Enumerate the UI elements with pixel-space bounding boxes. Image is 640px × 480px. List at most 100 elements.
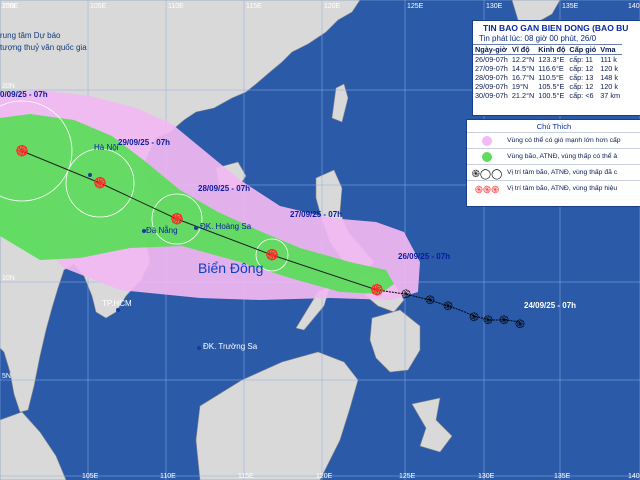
hcm-marker [116, 308, 120, 312]
cell: cấp: 13 [569, 73, 594, 82]
lon-label-bottom: 120E [316, 473, 333, 480]
cell: 100.5°E [538, 91, 565, 100]
cell: cấp: 12 [569, 82, 594, 91]
lon-label-top: 125E [407, 3, 424, 10]
bulletin-table: Ngày-giờ Vĩ độ Kinh độ Cấp gió Vma 26/09… [473, 44, 623, 100]
place-hoangsa: ĐK. Hoàng Sa [200, 222, 252, 231]
cell: 37 km [600, 91, 621, 100]
legend-item: Vùng bão, ATNĐ, vùng thấp có thể ả [467, 148, 640, 164]
place-biendong: Biển Đông [198, 260, 264, 276]
past-symbol: ֍ [425, 293, 435, 307]
lat-label: 20N [2, 83, 15, 90]
cell: 19°N [511, 82, 529, 91]
cell: 30/09-07h [475, 91, 508, 100]
past-symbol: ֍ [483, 313, 493, 327]
track-label-24-09: 24/09/25 - 07h [524, 301, 577, 310]
bulletin-header-row: Ngày-giờ Vĩ độ Kinh độ Cấp gió Vma [473, 44, 623, 55]
lat-label: 10N [2, 275, 15, 282]
track-label-27-09: 27/09/25 - 07h [290, 210, 343, 219]
lon-label-bottom: 130E [478, 473, 495, 480]
lat-label: 25N [2, 3, 15, 10]
place-hcm: TP.HCM [102, 299, 132, 308]
cell: 26/09-07h [475, 55, 508, 64]
lon-label-bottom: 115E [238, 473, 254, 480]
cell: 123.3°E [538, 55, 565, 64]
legend-panel: Chú Thích Vùng có thể có gió mạnh lớn hơ… [466, 119, 640, 207]
truongsa-marker [197, 346, 201, 350]
past-symbol: ֍ [469, 310, 479, 324]
bulletin-issued: Tin phát lúc: 08 giờ 00 phút, 26/0 [479, 34, 597, 43]
col-lon: Kinh độ [536, 44, 568, 55]
cell: 110.5°E [538, 73, 564, 82]
table-row: 29/09-07h 19°N 105.5°E cấp: 12 120 k [473, 82, 622, 91]
lon-label-top: 130E [486, 3, 503, 10]
cell: 21.2°N [511, 91, 535, 100]
cell: cấp: 11 [569, 55, 593, 64]
table-row: 27/09-07h 14.5°N 116.6°E cấp: 12 120 k [473, 64, 622, 73]
bulletin-panel: TIN BAO GAN BIEN DONG (BAO BU Tin phát l… [472, 20, 640, 116]
track-label-28-09: 28/09/25 - 07h [198, 184, 251, 193]
table-row: 26/09-07h 12.2°N 123.3°E cấp: 11 111 k [473, 55, 622, 64]
lon-label-top: 115E [246, 3, 262, 10]
track-label-30-09: 0/09/25 - 07h [0, 90, 48, 99]
col-lat: Vĩ độ [509, 44, 537, 55]
legend-label: Vùng có thể có gió mạnh lớn hơn cấp [507, 137, 621, 144]
agency-note-1: rung tâm Dự báo [0, 31, 61, 40]
past-symbol: ֍ [515, 317, 525, 331]
place-danang: Đà Nẵng [146, 226, 178, 235]
lon-label-top: 105E [90, 3, 107, 10]
past-symbol: ֍ [443, 299, 453, 313]
lon-label-bottom: 140 [628, 473, 640, 480]
lat-label: 5N [2, 373, 11, 380]
cell: 105.5°E [538, 82, 565, 91]
storm-symbol-29-09: ֍ [94, 174, 106, 192]
col-datetime: Ngày-giờ [473, 44, 510, 55]
agency-note-2: tượng thuỷ văn quốc gia [0, 43, 87, 52]
cell: 14.5°N [511, 64, 535, 73]
cell: 116.6°E [538, 64, 564, 73]
cell: 111 k [600, 55, 617, 64]
lon-label-top: 120E [324, 3, 341, 10]
cell: 16.7°N [511, 73, 535, 82]
place-hanoi: Hà Nội [94, 143, 119, 152]
table-row: 28/09-07h 16.7°N 110.5°E cấp: 13 148 k [473, 73, 622, 82]
col-vmax: Vma [598, 44, 623, 55]
hoangsa-marker [194, 226, 198, 230]
track-label-29-09: 29/09/25 - 07h [118, 138, 171, 147]
current-storm-symbols-icon: ֍֍֍ [474, 184, 500, 196]
cell: 120 k [600, 82, 619, 91]
past-symbol: ֍ [401, 287, 411, 301]
lon-label-top: 135E [562, 3, 579, 10]
pink-zone-icon [482, 135, 492, 146]
legend-title: Chú Thích [536, 122, 572, 131]
storm-symbol-27-09: ֍ [266, 246, 278, 264]
hanoi-marker [88, 173, 92, 177]
storm-symbol-26-09: ֍ [371, 281, 383, 299]
cell: cấp: 12 [569, 64, 594, 73]
legend-item: Vùng có thể có gió mạnh lớn hơn cấp [467, 132, 640, 148]
past-storm-symbols-icon: ֍◯◯ [471, 168, 503, 180]
place-truongsa: ĐK. Trường Sa [203, 342, 258, 351]
green-zone-icon [482, 151, 492, 162]
cell: 12.2°N [511, 55, 535, 64]
bulletin-title: TIN BAO GAN BIEN DONG (BAO BU [483, 23, 629, 33]
lon-label-bottom: 125E [399, 473, 416, 480]
col-wind: Cấp gió [567, 44, 599, 55]
past-symbol: ֍ [499, 313, 509, 327]
lon-label-bottom: 135E [554, 473, 571, 480]
legend-item: ֍◯◯ Vị trí tâm bão, ATNĐ, vùng thấp đã c [467, 164, 640, 180]
lon-label-bottom: 105E [82, 473, 99, 480]
legend-label: Vùng bão, ATNĐ, vùng thấp có thể ả [507, 153, 618, 160]
cell: 29/09-07h [475, 82, 508, 91]
cell: 120 k [600, 64, 619, 73]
legend-label: Vị trí tâm bão, ATNĐ, vùng thấp đã c [507, 169, 618, 176]
legend-item: ֍֍֍ Vị trí tâm bão, ATNĐ, vùng thấp hiệu [467, 180, 640, 196]
lon-label-top: 140 [628, 3, 640, 10]
cell: cấp: <6 [569, 91, 594, 100]
table-row: 30/09-07h 21.2°N 100.5°E cấp: <6 37 km [473, 91, 622, 100]
legend-label: Vị trí tâm bão, ATNĐ, vùng thấp hiệu [507, 185, 618, 192]
track-label-26-09: 26/09/25 - 07h [398, 252, 451, 261]
cell: 28/09-07h [475, 73, 508, 82]
lon-label-bottom: 110E [160, 473, 176, 480]
lon-label-top: 110E [168, 3, 184, 10]
